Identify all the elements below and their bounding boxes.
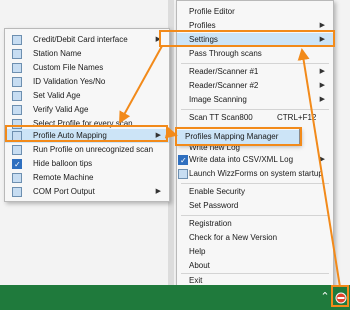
- highlight-tray-icon: [331, 285, 349, 307]
- checkbox-icon: [12, 63, 22, 73]
- menu-item-run-profile[interactable]: Run Profile on unrecognized scan: [5, 143, 169, 157]
- menu-item-label: Profile Editor: [189, 7, 235, 16]
- menu-item-label: Hide balloon tips: [33, 159, 93, 168]
- checkbox-checked-icon: [178, 155, 188, 165]
- menu-item-label: COM Port Output: [33, 187, 95, 196]
- menu-item-label: Station Name: [33, 49, 82, 58]
- checkbox-icon: [12, 91, 22, 101]
- menu-item-label: Reader/Scanner #2: [189, 81, 259, 90]
- menu-item-label: Reader/Scanner #1: [189, 67, 259, 76]
- checkbox-icon: [178, 169, 188, 179]
- checkbox-icon: [12, 173, 22, 183]
- menu-item-label: Remote Machine: [33, 173, 94, 182]
- menu-item-reader-scanner-2[interactable]: Reader/Scanner #2 ▶: [177, 79, 333, 93]
- menu-separator: [181, 109, 329, 110]
- menu-item-label: Launch WizzForms on system startup: [189, 169, 323, 178]
- menu-item-set-password[interactable]: Set Password: [177, 199, 333, 213]
- menu-item-id-validation[interactable]: ID Validation Yes/No: [5, 75, 169, 89]
- checkbox-icon: [12, 187, 22, 197]
- highlight-profiles-mapping-manager: [175, 127, 302, 146]
- menu-item-write-csv-xml-log[interactable]: Write data into CSV/XML Log ▶: [177, 153, 333, 167]
- menu-item-launch-on-startup[interactable]: Launch WizzForms on system startup: [177, 167, 333, 181]
- menu-item-label: Profiles: [189, 21, 216, 30]
- menu-item-label: Exit: [189, 276, 203, 285]
- settings-submenu: Credit/Debit Card interface ▶ Station Na…: [4, 28, 170, 202]
- menu-separator: [181, 63, 329, 64]
- chevron-right-icon: ▶: [319, 82, 325, 89]
- menu-item-credit-debit[interactable]: Credit/Debit Card interface ▶: [5, 33, 169, 47]
- menu-item-image-scanning[interactable]: Image Scanning ▶: [177, 93, 333, 107]
- checkbox-icon: [12, 145, 22, 155]
- chevron-right-icon: ▶: [155, 188, 161, 195]
- menu-item-enable-security[interactable]: Enable Security: [177, 185, 333, 199]
- chevron-right-icon: ▶: [319, 156, 325, 163]
- menu-item-station-name[interactable]: Station Name: [5, 47, 169, 61]
- menu-item-label: ID Validation Yes/No: [33, 77, 106, 86]
- menu-separator: [181, 215, 329, 216]
- menu-item-scan-tt-scan800[interactable]: Scan TT Scan800 CTRL+F12: [177, 111, 333, 125]
- menu-item-set-valid-age[interactable]: Set Valid Age: [5, 89, 169, 103]
- menu-item-label: Verify Valid Age: [33, 105, 89, 114]
- menu-item-label: Image Scanning: [189, 95, 247, 104]
- menu-item-label: Set Password: [189, 201, 239, 210]
- menu-item-label: Credit/Debit Card interface: [33, 35, 128, 44]
- checkbox-icon: [12, 49, 22, 59]
- menu-item-com-port-output[interactable]: COM Port Output ▶: [5, 185, 169, 199]
- menu-item-label: Custom File Names: [33, 63, 104, 72]
- menu-item-label: Write data into CSV/XML Log: [189, 155, 294, 164]
- menu-item-profile-editor[interactable]: Profile Editor: [177, 5, 333, 19]
- menu-item-registration[interactable]: Registration: [177, 217, 333, 231]
- menu-item-label: About: [189, 261, 210, 270]
- highlight-settings: [159, 30, 335, 47]
- taskbar: [0, 285, 350, 310]
- menu-item-label: Enable Security: [189, 187, 246, 196]
- menu-item-label: Run Profile on unrecognized scan: [33, 145, 154, 154]
- menu-item-help[interactable]: Help: [177, 245, 333, 259]
- checkbox-checked-icon: [12, 159, 22, 169]
- chevron-right-icon: ▶: [319, 68, 325, 75]
- menu-item-label: Set Valid Age: [33, 91, 81, 100]
- menu-item-hide-balloon-tips[interactable]: Hide balloon tips: [5, 157, 169, 171]
- menu-item-label: Scan TT Scan800: [189, 113, 253, 122]
- menu-item-check-version[interactable]: Check for a New Version: [177, 231, 333, 245]
- menu-item-pass-through-scans[interactable]: Pass Through scans: [177, 47, 333, 61]
- menu-item-label: Help: [189, 247, 206, 256]
- menu-item-reader-scanner-1[interactable]: Reader/Scanner #1 ▶: [177, 65, 333, 79]
- menu-separator: [181, 183, 329, 184]
- menu-item-label: Registration: [189, 219, 232, 228]
- shortcut-label: CTRL+F12: [277, 113, 317, 122]
- menu-item-remote-machine[interactable]: Remote Machine: [5, 171, 169, 185]
- menu-item-label: Check for a New Version: [189, 233, 278, 242]
- menu-item-verify-valid-age[interactable]: Verify Valid Age: [5, 103, 169, 117]
- highlight-profile-auto-mapping: [5, 125, 168, 142]
- chevron-right-icon: ▶: [319, 96, 325, 103]
- checkbox-icon: [12, 105, 22, 115]
- checkbox-icon: [12, 35, 22, 45]
- menu-item-label: Pass Through scans: [189, 49, 262, 58]
- show-hidden-icons-chevron-icon[interactable]: ⌃: [318, 289, 332, 305]
- checkbox-icon: [12, 77, 22, 87]
- menu-item-custom-file-names[interactable]: Custom File Names: [5, 61, 169, 75]
- menu-item-about[interactable]: About: [177, 259, 333, 273]
